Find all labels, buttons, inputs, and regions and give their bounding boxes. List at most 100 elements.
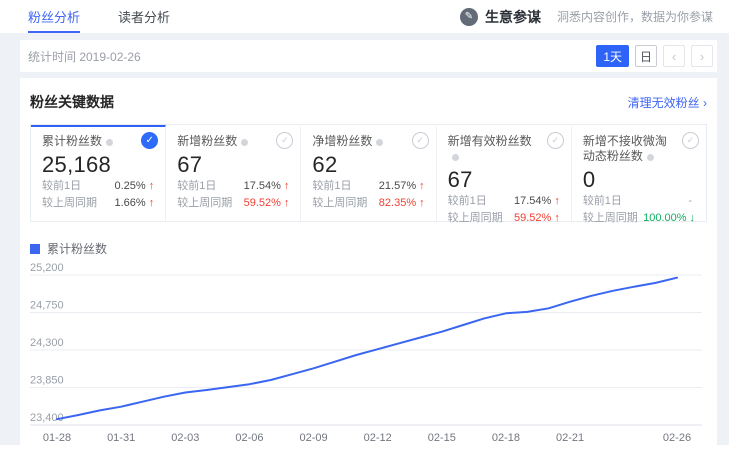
- x-axis-tick-label: 01-28: [43, 432, 71, 444]
- metric-card-value: 67: [177, 152, 289, 178]
- x-axis-tick-label: 02-15: [428, 432, 456, 444]
- metric-card-value: 0: [583, 167, 695, 193]
- trend-arrow-icon: ↑: [284, 178, 290, 195]
- stat-time-label: 统计时间 2019-02-26: [28, 48, 141, 65]
- trend-arrow-icon: ↑: [149, 178, 155, 195]
- trend-arrow-icon: ↑: [149, 195, 155, 212]
- info-dot-icon: [647, 154, 654, 161]
- stat-value: 82.35%: [379, 195, 416, 212]
- cumulative-fans-line: [57, 278, 677, 420]
- info-dot-icon: [106, 139, 113, 146]
- metric-card-title: 新增不接收微淘动态粉丝数: [583, 134, 667, 163]
- metric-card-stats: 较前1日 0.25%↑ 较上周同期 1.66%↑: [42, 178, 154, 212]
- top-tab-bar: 粉丝分析 读者分析 ✎ 生意参谋 洞悉内容创作，数据为你参谋: [0, 0, 729, 33]
- x-axis-tick-label: 02-06: [235, 432, 263, 444]
- date-controls: 1天 日 ‹ ›: [596, 45, 713, 67]
- trend-arrow-icon: ↑: [284, 195, 290, 212]
- metric-card-title: 累计粉丝数: [42, 134, 102, 148]
- trend-arrow-icon: ↑: [419, 195, 425, 212]
- stat-label: 较前1日: [583, 193, 622, 210]
- check-circle-icon[interactable]: ✓: [276, 132, 293, 149]
- stat-label: 较前1日: [42, 178, 81, 195]
- stat-label: 较上周同期: [312, 195, 367, 212]
- stat-value: 59.52%: [514, 210, 551, 227]
- x-axis-tick-label: 02-12: [364, 432, 392, 444]
- x-axis-tick-label: 02-18: [492, 432, 520, 444]
- separator-band: [0, 33, 729, 40]
- tab-reader-analysis[interactable]: 读者分析: [118, 0, 170, 33]
- stat-value: 59.52%: [244, 195, 281, 212]
- stat-label: 较前1日: [312, 178, 351, 195]
- stat-label: 较上周同期: [42, 195, 97, 212]
- stat-label: 较上周同期: [177, 195, 232, 212]
- stat-value: 1.66%: [115, 195, 146, 212]
- legend-label: 累计粉丝数: [47, 240, 107, 257]
- stat-value: 0.25%: [115, 178, 146, 195]
- metric-card-cumulative-fans[interactable]: ✓ 累计粉丝数 25,168 较前1日 0.25%↑ 较上周同期 1.66%↑: [31, 125, 166, 221]
- metric-card-net-fans[interactable]: ✓ 净增粉丝数 62 较前1日 21.57%↑ 较上周同期 82.35%↑: [301, 125, 436, 221]
- toolbar: 统计时间 2019-02-26 1天 日 ‹ ›: [20, 40, 717, 72]
- clean-invalid-fans-link[interactable]: 清理无效粉丝 ›: [628, 94, 707, 111]
- chart-legend-cumulative-fans[interactable]: 累计粉丝数: [30, 240, 717, 257]
- next-date-button[interactable]: ›: [691, 45, 713, 67]
- unit-day-button[interactable]: 日: [635, 45, 657, 67]
- stat-label: 较前1日: [177, 178, 216, 195]
- metric-card-stats: 较前1日 17.54%↑ 较上周同期 59.52%↑: [177, 178, 289, 212]
- stat-value: 17.54%: [244, 178, 281, 195]
- legend-swatch-icon: [30, 244, 40, 254]
- check-circle-icon[interactable]: ✓: [682, 132, 699, 149]
- metric-cards: ✓ 累计粉丝数 25,168 较前1日0.25%↑ 较上周同期1.66%↑ ✓ …: [30, 124, 707, 222]
- section-header: 粉丝关键数据 清理无效粉丝 ›: [20, 78, 717, 112]
- y-axis-tick-label: 25,200: [30, 262, 64, 274]
- check-circle-icon[interactable]: ✓: [141, 132, 158, 149]
- x-axis-tick-label: 02-03: [171, 432, 199, 444]
- brand-name[interactable]: 生意参谋: [485, 7, 541, 27]
- section-title: 粉丝关键数据: [30, 92, 114, 112]
- metric-card-value: 25,168: [42, 152, 154, 178]
- metric-card-new-no-weitao-fans[interactable]: ✓ 新增不接收微淘动态粉丝数 0 较前1日- 较上周同期100.00%↓: [572, 125, 706, 221]
- y-axis-tick-label: 24,750: [30, 300, 64, 312]
- brand-slogan: 洞悉内容创作，数据为你参谋: [557, 8, 713, 25]
- metric-card-stats: 较前1日 17.54%↑ 较上周同期 59.52%↑: [448, 193, 560, 227]
- metric-card-stats: 较前1日 21.57%↑ 较上周同期 82.35%↑: [312, 178, 424, 212]
- y-axis-tick-label: 23,850: [30, 375, 64, 387]
- info-dot-icon: [452, 154, 459, 161]
- line-chart-svg: 23,40023,85024,30024,75025,20001-2801-31…: [30, 261, 720, 446]
- y-axis-tick-label: 24,300: [30, 337, 64, 349]
- check-circle-icon[interactable]: ✓: [547, 132, 564, 149]
- stat-label: 较前1日: [448, 193, 487, 210]
- x-axis-tick-label: 02-26: [663, 432, 691, 444]
- metric-card-title: 净增粉丝数: [312, 134, 372, 148]
- x-axis-tick-label: 02-21: [556, 432, 584, 444]
- trend-arrow-icon: ↑: [554, 210, 560, 227]
- metric-card-title: 新增粉丝数: [177, 134, 237, 148]
- stat-value: 21.57%: [379, 178, 416, 195]
- stat-value: -: [688, 193, 692, 210]
- info-dot-icon: [241, 139, 248, 146]
- page-right-margin: [717, 33, 729, 445]
- trend-arrow-icon: ↑: [419, 178, 425, 195]
- page-left-margin: [0, 33, 20, 445]
- x-axis-tick-label: 01-31: [107, 432, 135, 444]
- metric-card-value: 62: [312, 152, 424, 178]
- check-circle-icon[interactable]: ✓: [412, 132, 429, 149]
- metric-card-new-valid-fans[interactable]: ✓ 新增有效粉丝数 67 较前1日17.54%↑ 较上周同期59.52%↑: [437, 125, 572, 221]
- fans-trend-chart: 23,40023,85024,30024,75025,20001-2801-31…: [30, 261, 717, 451]
- stat-label: 较上周同期: [448, 210, 503, 227]
- range-1day-button[interactable]: 1天: [596, 45, 629, 67]
- stat-value: 17.54%: [514, 193, 551, 210]
- tab-fan-analysis[interactable]: 粉丝分析: [28, 0, 80, 33]
- pen-circle-icon: ✎: [460, 8, 478, 26]
- brand-area: ✎ 生意参谋 洞悉内容创作，数据为你参谋: [460, 0, 713, 33]
- main-panel: 粉丝关键数据 清理无效粉丝 › ✓ 累计粉丝数 25,168 较前1日 0.25%…: [20, 78, 717, 445]
- metric-card-title: 新增有效粉丝数: [448, 134, 532, 148]
- prev-date-button[interactable]: ‹: [663, 45, 685, 67]
- metric-card-stats: 较前1日 - 较上周同期 100.00%↓: [583, 193, 695, 227]
- stat-label: 较上周同期: [583, 210, 638, 227]
- metric-card-new-fans[interactable]: ✓ 新增粉丝数 67 较前1日 17.54%↑ 较上周同期 59.52%↑: [166, 125, 301, 221]
- stat-value: 100.00%: [643, 210, 686, 227]
- trend-arrow-icon: ↑: [554, 193, 560, 210]
- metric-card-value: 67: [448, 167, 560, 193]
- x-axis-tick-label: 02-09: [299, 432, 327, 444]
- trend-arrow-icon: ↓: [690, 210, 696, 227]
